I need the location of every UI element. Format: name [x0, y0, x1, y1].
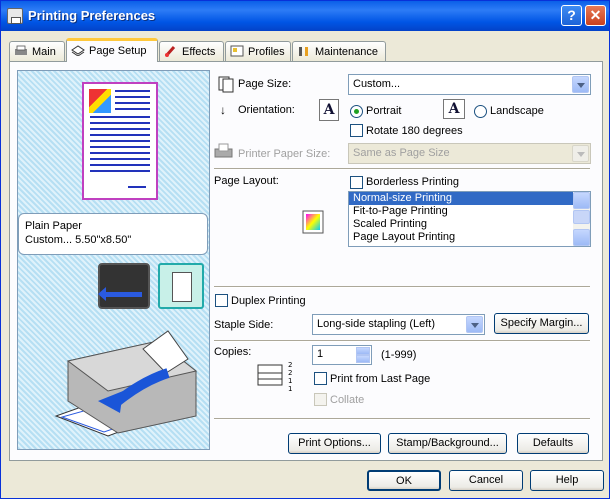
duplex-printing-checkbox[interactable] [215, 294, 228, 307]
list-item[interactable]: Scaled Printing [349, 218, 590, 231]
page-setup-icon [71, 45, 85, 56]
orientation-arrow-icon: ↓ [220, 103, 226, 117]
tab-main[interactable]: Main [9, 41, 65, 61]
preview-pane: Plain Paper Custom... 5.50"x8.50" [17, 70, 210, 450]
divider [214, 340, 590, 342]
chevron-down-icon[interactable] [466, 316, 483, 333]
svg-text:1: 1 [288, 385, 292, 393]
window-title: Printing Preferences [28, 8, 156, 23]
divider [214, 168, 590, 170]
media-info-box: Plain Paper Custom... 5.50"x8.50" [18, 213, 208, 255]
copies-label: Copies: [214, 346, 252, 358]
printing-preferences-window: Printing Preferences ? ✕ Main Page Setup… [0, 0, 610, 499]
print-from-last-page-label[interactable]: Print from Last Page [330, 373, 430, 385]
borderless-printing-label[interactable]: Borderless Printing [366, 176, 459, 188]
printer-illustration-icon [54, 330, 198, 437]
page-size-label: Page Size: [238, 78, 292, 90]
copies-stack-icon: 2211 [257, 361, 292, 393]
portrait-label[interactable]: Portrait [366, 105, 401, 117]
page-layout-icon [302, 210, 324, 234]
landscape-radio[interactable] [474, 105, 487, 118]
portrait-a-icon: A [319, 99, 339, 121]
divider [214, 418, 590, 420]
orientation-label: Orientation: [238, 104, 295, 116]
tab-effects[interactable]: Effects [159, 41, 224, 61]
page-layout-label: Page Layout: [214, 175, 279, 187]
print-options-button[interactable]: Print Options... [288, 433, 381, 454]
brush-icon [164, 46, 176, 57]
help-button[interactable]: Help [530, 470, 604, 491]
page-preview-image [82, 82, 158, 200]
tab-maintenance[interactable]: Maintenance [292, 41, 386, 61]
printer-paper-size-dropdown[interactable]: Same as Page Size [348, 143, 591, 164]
title-help-button[interactable]: ? [561, 5, 582, 26]
svg-text:2: 2 [288, 369, 292, 377]
printer-icon [7, 8, 23, 24]
copies-range-text: (1-999) [381, 349, 417, 361]
printer-paper-icon [214, 143, 233, 158]
list-item[interactable]: Page Layout Printing [349, 231, 590, 244]
svg-text:2: 2 [288, 361, 292, 369]
svg-text:1: 1 [288, 377, 292, 385]
ok-button[interactable]: OK [367, 470, 441, 491]
profiles-icon [230, 45, 244, 57]
title-bar[interactable]: Printing Preferences ? ✕ [1, 1, 609, 31]
collate-checkbox[interactable] [314, 393, 327, 406]
printer-tab-icon [15, 45, 27, 55]
cancel-button[interactable]: Cancel [449, 470, 523, 491]
landscape-label[interactable]: Landscape [490, 105, 544, 117]
maintenance-icon [299, 47, 308, 56]
staple-side-label: Staple Side: [214, 319, 274, 331]
chevron-down-icon[interactable] [572, 145, 589, 162]
page-size-icon [218, 76, 234, 93]
printer-paper-size-label: Printer Paper Size: [238, 148, 331, 160]
print-from-last-page-checkbox[interactable] [314, 372, 327, 385]
rotate-180-checkbox[interactable] [350, 124, 363, 137]
defaults-button[interactable]: Defaults [517, 433, 589, 454]
portrait-radio[interactable] [350, 105, 363, 118]
paper-size-text: Custom... 5.50"x8.50" [25, 234, 132, 246]
scroll-down-icon[interactable] [573, 229, 590, 246]
tab-page-setup[interactable]: Page Setup [66, 38, 158, 62]
list-item[interactable]: Fit-to-Page Printing [349, 205, 590, 218]
tab-profiles[interactable]: Profiles [225, 41, 291, 61]
collate-label[interactable]: Collate [330, 394, 364, 406]
media-type-text: Plain Paper [25, 220, 82, 232]
paper-source-icon [98, 263, 150, 309]
borderless-printing-checkbox[interactable] [350, 176, 363, 189]
specify-margin-button[interactable]: Specify Margin... [494, 313, 589, 334]
stamp-background-button[interactable]: Stamp/Background... [388, 433, 507, 454]
spin-up-icon[interactable] [356, 347, 370, 355]
landscape-a-icon: A [443, 99, 465, 119]
page-layout-list[interactable]: Normal-size Printing Fit-to-Page Printin… [348, 191, 591, 247]
list-item[interactable]: Normal-size Printing [349, 192, 590, 205]
scroll-up-icon[interactable] [573, 192, 590, 209]
rotate-180-label[interactable]: Rotate 180 degrees [366, 125, 463, 137]
divider [214, 286, 590, 288]
scrollbar[interactable] [573, 192, 590, 246]
spin-down-icon[interactable] [356, 355, 370, 363]
scroll-thumb[interactable] [573, 210, 590, 224]
paper-icon [158, 263, 204, 309]
duplex-printing-label[interactable]: Duplex Printing [231, 295, 306, 307]
page-size-dropdown[interactable]: Custom... [348, 74, 591, 95]
close-button[interactable]: ✕ [585, 5, 606, 26]
chevron-down-icon[interactable] [572, 76, 589, 93]
staple-side-dropdown[interactable]: Long-side stapling (Left) [312, 314, 485, 335]
copies-spinner[interactable]: 1 [312, 345, 372, 365]
page-setup-panel: Plain Paper Custom... 5.50"x8.50" Page S… [9, 61, 603, 461]
